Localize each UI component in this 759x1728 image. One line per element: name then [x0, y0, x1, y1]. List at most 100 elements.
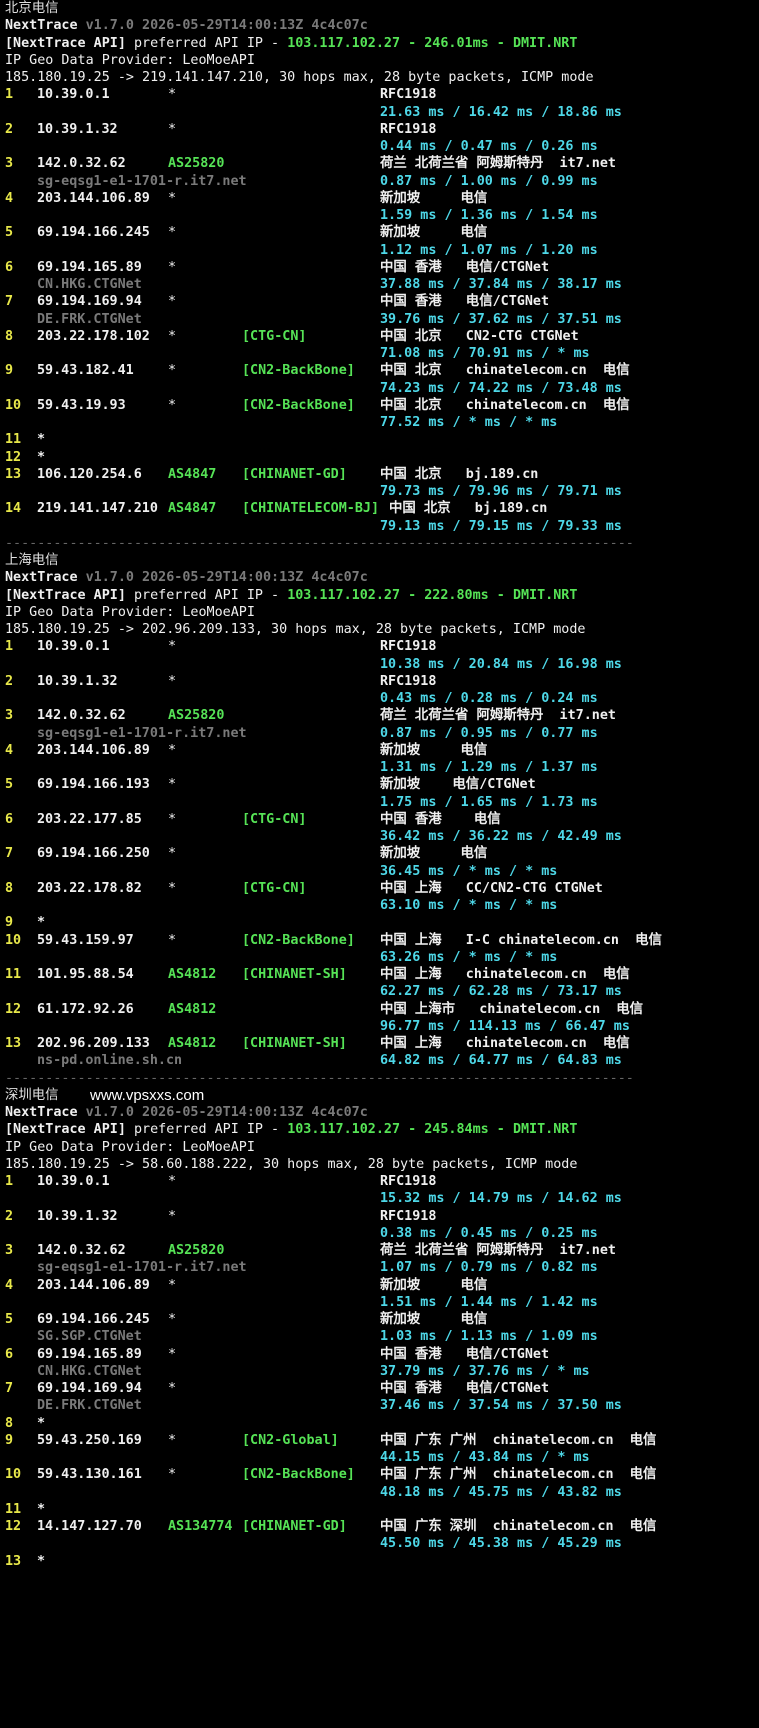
- hop-row: 11 *: [5, 1501, 759, 1518]
- hop-latency: 45.50 ms / 45.38 ms / 45.29 ms: [380, 1536, 622, 1552]
- trace-info: 185.180.19.25 -> 219.141.147.210, 30 hop…: [5, 70, 594, 85]
- hop-row: 2 10.39.1.32 * RFC1918: [5, 673, 759, 690]
- api-sep2: -: [488, 1122, 513, 1138]
- hop-row: 1 10.39.0.1 * RFC1918: [5, 86, 759, 103]
- hop-latency: 36.45 ms / * ms / * ms: [380, 863, 558, 879]
- hop-ip: 10.39.1.32: [37, 673, 118, 689]
- hop-latency: 44.15 ms / 43.84 ms / * ms: [380, 1450, 590, 1465]
- api-line: [NextTrace API] preferred API IP - 103.1…: [5, 1121, 759, 1138]
- separator: ----------------------------------------…: [5, 535, 634, 551]
- hop-latency: 63.26 ms / * ms / * ms: [380, 949, 558, 965]
- hop-geo: 中国 上海 chinatelecom.cn 电信: [380, 1036, 630, 1051]
- hop-latency: 36.42 ms / 36.22 ms / 42.49 ms: [380, 829, 622, 844]
- geo-provider: IP Geo Data Provider: LeoMoeAPI: [5, 52, 255, 68]
- hop-latency: 63.10 ms / * ms / * ms: [380, 898, 558, 913]
- hop-row: 13 202.96.209.133 AS4812 [CHINANET-SH] 中国 上海…: [5, 1035, 759, 1052]
- hop-ip: 203.22.177.85: [37, 811, 142, 827]
- hop-row: 8 203.22.178.102 * [CTG-CN] 中国 北京 CN2-CTG CT…: [5, 328, 759, 345]
- api-ms: 245.84ms: [424, 1122, 489, 1138]
- hop-tag: [CN2-Global]: [242, 1432, 339, 1448]
- hop-tag: [CTG-CN]: [242, 811, 307, 827]
- hop-detail-row: SG.SGP.CTGNet 1.03 ms / 1.13 ms / 1.09 ms: [5, 1328, 759, 1345]
- hop-asn: *: [168, 846, 177, 862]
- hop-geo: 中国 香港 电信/CTGNet: [380, 1346, 550, 1362]
- version-line: NextTrace v1.7.0 2026-05-29T14:00:13Z 4c…: [5, 569, 759, 586]
- hop-ip: *: [37, 1415, 46, 1431]
- hop-asn: *: [168, 1312, 177, 1327]
- hop-hostname: DE.FRK.CTGNet: [37, 1398, 142, 1414]
- hop-ip: 69.194.169.94: [37, 1381, 142, 1396]
- hop-detail-row: 36.45 ms / * ms / * ms: [5, 863, 759, 880]
- hop-row: 6 69.194.165.89 * 中国 香港 电信/CTGNet: [5, 259, 759, 276]
- hop-ip: 69.194.165.89: [37, 259, 142, 275]
- hop-geo: 新加坡 电信: [380, 742, 488, 758]
- hop-detail-row: 0.38 ms / 0.45 ms / 0.25 ms: [5, 1225, 759, 1242]
- api-sep: -: [400, 35, 425, 51]
- hop-detail-row: sg-eqsg1-e1-1701-r.it7.net 0.87 ms / 0.95…: [5, 725, 759, 742]
- hop-detail-row: 79.13 ms / 79.15 ms / 79.33 ms: [5, 518, 759, 535]
- hop-row: 11 *: [5, 431, 759, 448]
- hop-latency: 96.77 ms / 114.13 ms / 66.47 ms: [380, 1018, 630, 1034]
- api-node: DMIT.NRT: [512, 587, 578, 603]
- hop-latency: 21.63 ms / 16.42 ms / 18.86 ms: [380, 104, 622, 120]
- hop-asn: *: [168, 1277, 177, 1293]
- hop-row: 10 59.43.19.93 * [CN2-BackBone] 中国 北京 chinat…: [5, 397, 759, 414]
- separator-line: ----------------------------------------…: [5, 535, 759, 552]
- section-title: 深圳电信: [5, 1087, 59, 1103]
- hop-geo: 荷兰 北荷兰省 阿姆斯特丹 it7.net: [380, 1243, 616, 1258]
- hop-number: 10: [5, 932, 22, 948]
- hop-asn: AS4847: [168, 501, 217, 517]
- hop-latency: 1.31 ms / 1.29 ms / 1.37 ms: [380, 760, 598, 775]
- api-label: [NextTrace API]: [5, 1122, 126, 1138]
- hop-tag: [CHINANET-SH]: [242, 1036, 347, 1051]
- hop-number: 7: [5, 294, 14, 310]
- hop-row: 9 59.43.182.41 * [CN2-BackBone] 中国 北京 chinat…: [5, 362, 759, 379]
- hop-number: 4: [5, 1277, 14, 1293]
- hop-ip: 14.147.127.70: [37, 1519, 142, 1534]
- api-label: [NextTrace API]: [5, 587, 126, 603]
- hop-row: 4 203.144.106.89 * 新加坡 电信: [5, 190, 759, 207]
- api-line: [NextTrace API] preferred API IP - 103.1…: [5, 587, 759, 604]
- hop-detail-row: DE.FRK.CTGNet 39.76 ms / 37.62 ms / 37.51…: [5, 311, 759, 328]
- hop-number: 11: [5, 432, 22, 448]
- hop-detail-row: 45.50 ms / 45.38 ms / 45.29 ms: [5, 1535, 759, 1552]
- hop-asn: *: [168, 777, 177, 793]
- hop-asn: *: [168, 1208, 177, 1224]
- hop-number: 2: [5, 673, 14, 689]
- hop-detail-row: 77.52 ms / * ms / * ms: [5, 414, 759, 431]
- hop-latency: 1.59 ms / 1.36 ms / 1.54 ms: [380, 208, 598, 223]
- hop-ip: 10.39.1.32: [37, 1208, 118, 1224]
- hop-number: 10: [5, 397, 22, 413]
- hop-detail-row: 21.63 ms / 16.42 ms / 18.86 ms: [5, 104, 759, 121]
- hop-number: 6: [5, 811, 14, 827]
- terminal-window[interactable]: 北京电信 NextTrace v1.7.0 2026-05-29T14:00:13…: [0, 0, 759, 1728]
- api-ms: 222.80ms: [424, 587, 489, 603]
- hop-number: 8: [5, 328, 14, 344]
- hop-ip: 59.43.130.161: [37, 1467, 142, 1483]
- hop-number: 5: [5, 1312, 14, 1327]
- hop-row: 7 69.194.169.94 * 中国 香港 电信/CTGNet: [5, 1380, 759, 1397]
- hop-tag: [CN2-BackBone]: [242, 363, 355, 379]
- api-sep2: -: [488, 587, 513, 603]
- hop-geo: 中国 广东 广州 chinatelecom.cn 电信: [380, 1432, 657, 1448]
- hop-number: 6: [5, 1346, 14, 1362]
- hop-detail-row: 44.15 ms / 43.84 ms / * ms: [5, 1449, 759, 1466]
- hop-asn: AS4812: [168, 1036, 217, 1051]
- hop-ip: 203.144.106.89: [37, 190, 150, 206]
- hop-number: 5: [5, 225, 14, 241]
- hop-ip: 59.43.159.97: [37, 932, 134, 948]
- hop-latency: 79.73 ms / 79.96 ms / 79.71 ms: [380, 484, 622, 499]
- hop-ip: 69.194.165.89: [37, 1346, 142, 1362]
- hop-asn: *: [168, 294, 177, 310]
- hop-ip: 10.39.1.32: [37, 121, 118, 137]
- hop-detail-row: ns-pd.online.sh.cn 64.82 ms / 64.77 ms / …: [5, 1052, 759, 1069]
- hop-row: 12 61.172.92.26 AS4812 中国 上海市 chinatelecom.…: [5, 1001, 759, 1018]
- hop-number: 13: [5, 466, 22, 482]
- api-ip: 103.117.102.27: [287, 587, 401, 603]
- hop-row: 5 69.194.166.245 * 新加坡 电信: [5, 224, 759, 241]
- hop-number: 3: [5, 1243, 14, 1258]
- hop-detail-row: 74.23 ms / 74.22 ms / 73.48 ms: [5, 380, 759, 397]
- app-version: v1.7.0 2026-05-29T14:00:13Z 4c4c07c: [85, 1105, 368, 1120]
- version-wrap: NextTrace v1.7.0 2026-05-29T14:00:13Z 4c…: [5, 17, 368, 34]
- hop-detail-row: DE.FRK.CTGNet 37.46 ms / 37.54 ms / 37.50…: [5, 1397, 759, 1414]
